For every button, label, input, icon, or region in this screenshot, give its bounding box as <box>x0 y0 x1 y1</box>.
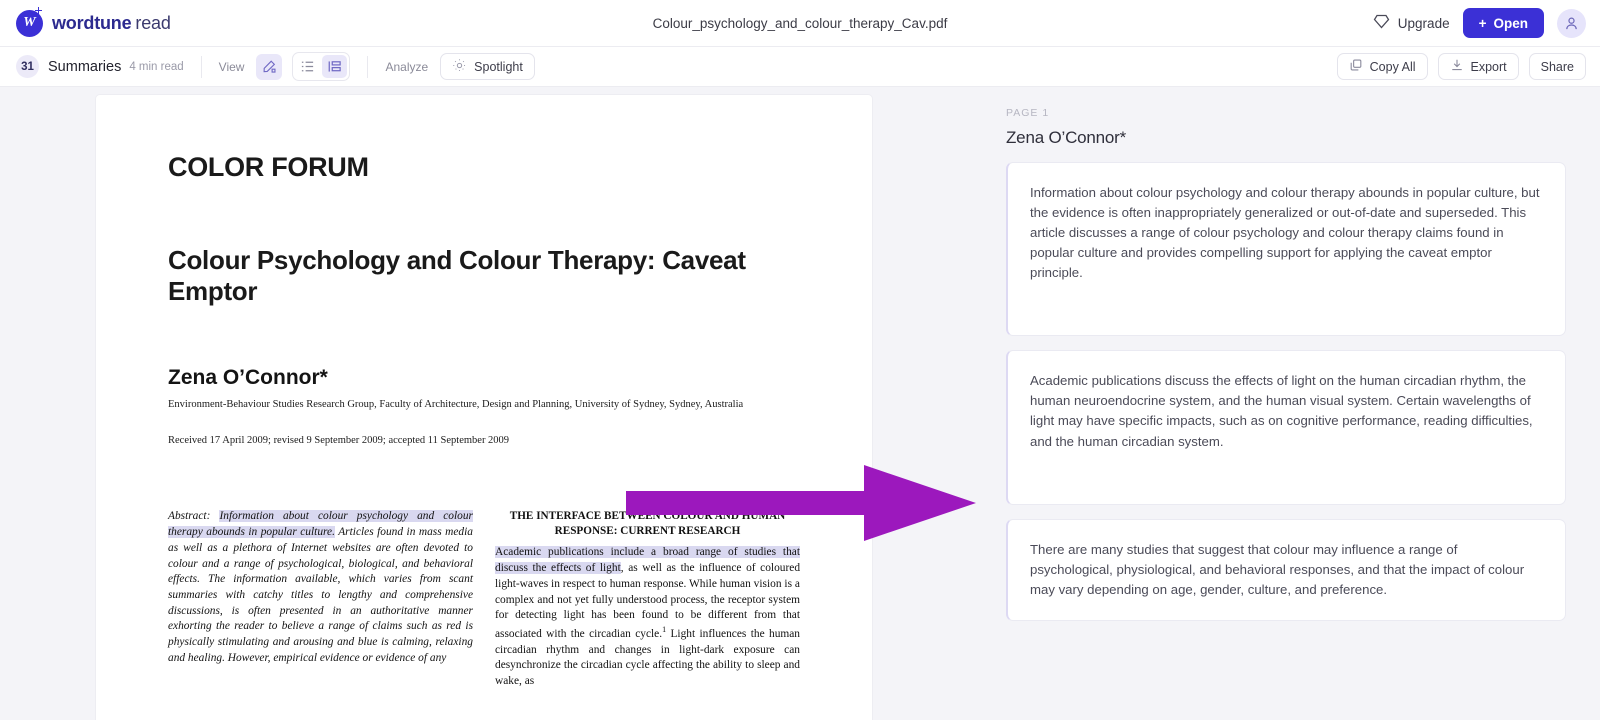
main-content: COLOR FORUM Colour Psychology and Colour… <box>0 87 1600 720</box>
doc-column-left: Abstract: Information about colour psych… <box>168 509 473 690</box>
side-blocks-icon <box>329 61 342 72</box>
plus-icon: + <box>1478 15 1487 31</box>
view-mode-group <box>292 52 351 81</box>
top-bar-actions: Upgrade + Open <box>1373 8 1586 38</box>
compact-view-button[interactable] <box>322 55 348 78</box>
toolbar-divider-2 <box>367 55 369 78</box>
avatar[interactable] <box>1557 8 1586 38</box>
top-bar: W wordtune read Colour_psychology_and_col… <box>0 0 1600 47</box>
upgrade-label: Upgrade <box>1397 15 1450 31</box>
list-lines-icon <box>302 61 314 72</box>
toolbar: 31 Summaries 4 min read View Analyze Spo… <box>0 47 1600 87</box>
abstract-label: Abstract: <box>168 510 211 523</box>
brand-logo-group[interactable]: W wordtune read <box>16 6 171 37</box>
copy-all-button[interactable]: Copy All <box>1336 53 1428 80</box>
view-label: View <box>218 59 245 74</box>
toolbar-divider-1 <box>200 55 202 78</box>
share-label: Share <box>1540 59 1574 74</box>
summaries-count-badge: 31 <box>16 55 39 78</box>
summary-card[interactable]: There are many studies that suggest that… <box>1006 518 1566 621</box>
export-label: Export <box>1470 59 1507 74</box>
doc-section-heading: THE INTERFACE BETWEEN COLOUR AND HUMAN R… <box>509 510 786 537</box>
highlighter-tool-button[interactable] <box>256 53 283 80</box>
pdf-viewer-pane[interactable]: COLOR FORUM Colour Psychology and Colour… <box>0 87 968 720</box>
doc-column-right: THE INTERFACE BETWEEN COLOUR AND HUMAN R… <box>495 509 800 690</box>
user-icon <box>1566 17 1577 29</box>
summaries-author: Zena O’Connor* <box>1006 128 1127 147</box>
read-time-label: 4 min read <box>129 60 184 73</box>
download-icon <box>1450 58 1464 75</box>
toolbar-right-actions: Copy All Export Share <box>1336 53 1586 80</box>
open-button[interactable]: + Open <box>1462 8 1544 38</box>
brand-name-bold: wordtune <box>52 12 132 33</box>
abstract-rest: Articles found in mass media as well as … <box>168 526 473 664</box>
doc-author: Zena O’Connor* <box>168 366 328 390</box>
spotlight-button[interactable]: Spotlight <box>440 53 535 80</box>
doc-affiliation: Environment-Behaviour Studies Research G… <box>168 399 744 411</box>
analyze-label: Analyze <box>385 59 429 74</box>
page-tag: PAGE 1 <box>1006 107 1050 119</box>
summaries-label: Summaries <box>48 58 122 75</box>
summary-card[interactable]: Information about colour psychology and … <box>1006 162 1566 337</box>
doc-received-line: Received 17 April 2009; revised 9 Septem… <box>168 435 510 447</box>
copy-icon <box>1349 58 1363 75</box>
doc-columns: Abstract: Information about colour psych… <box>168 509 800 690</box>
document-title: Colour_psychology_and_colour_therapy_Cav… <box>652 15 948 31</box>
summary-card[interactable]: Academic publications discuss the effect… <box>1006 350 1566 505</box>
copy-all-label: Copy All <box>1369 59 1416 74</box>
share-button[interactable]: Share <box>1528 53 1586 80</box>
highlighter-icon <box>264 59 276 73</box>
brand-name-light: read <box>135 12 171 33</box>
wordtune-logo-icon: W <box>16 6 43 37</box>
pdf-page: COLOR FORUM Colour Psychology and Colour… <box>96 95 872 720</box>
open-label: Open <box>1493 15 1528 31</box>
upgrade-button[interactable]: Upgrade <box>1373 14 1450 32</box>
list-view-button[interactable] <box>295 55 320 78</box>
export-button[interactable]: Export <box>1437 53 1519 80</box>
doc-abstract: Abstract: Information about colour psych… <box>168 509 473 666</box>
doc-forum-label: COLOR FORUM <box>168 152 369 182</box>
summaries-pane: PAGE 1 Zena O’Connor* Information about … <box>968 87 1600 720</box>
doc-title-heading: Colour Psychology and Colour Therapy: Ca… <box>168 245 746 306</box>
spotlight-icon <box>452 58 467 76</box>
spotlight-label: Spotlight <box>474 59 523 74</box>
diamond-icon <box>1373 14 1390 32</box>
doc-section-body: Academic publications include a broad ra… <box>495 545 800 689</box>
brand-name: wordtune read <box>52 13 171 34</box>
